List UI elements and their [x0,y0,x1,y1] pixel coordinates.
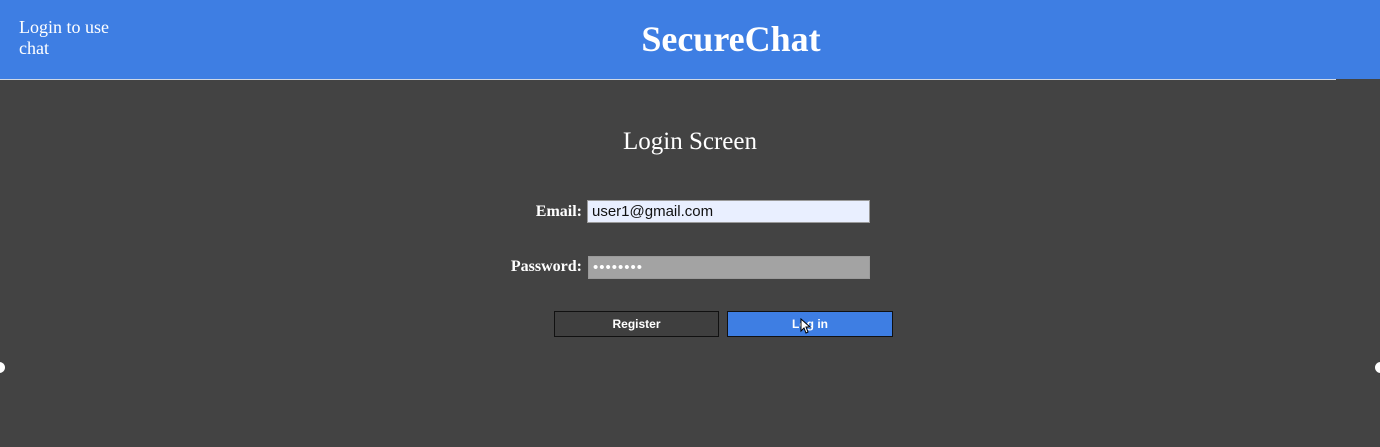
left-edge-handle[interactable] [0,362,5,373]
header-divider [0,79,1336,80]
register-button[interactable]: Register [554,311,719,337]
right-edge-handle[interactable] [1375,362,1380,373]
login-screen-title: Login Screen [623,128,757,155]
email-input[interactable] [587,200,870,223]
email-label: Email: [535,203,582,220]
login-page: Login to use chat SecureChat Login Scree… [0,0,1380,447]
mouse-pointer-icon [800,318,812,334]
password-label: Password: [510,258,582,275]
app-header: Login to use chat SecureChat [0,0,1380,79]
app-title: SecureChat [641,19,821,59]
password-input[interactable] [588,256,870,279]
